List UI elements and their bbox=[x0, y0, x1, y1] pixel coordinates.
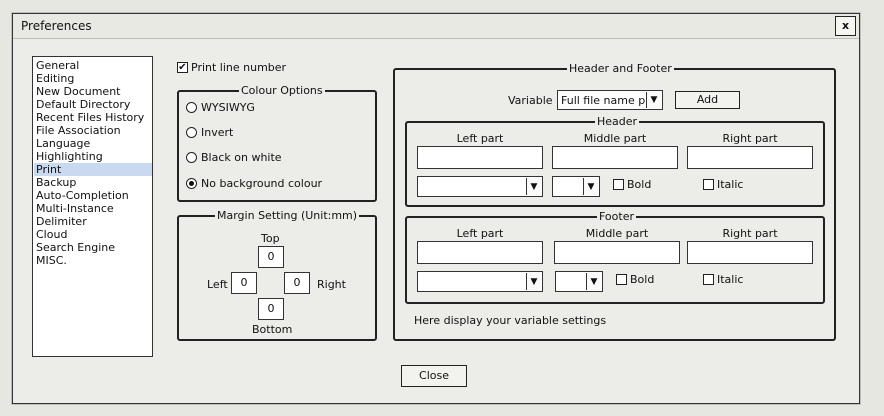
category-item-print[interactable]: Print bbox=[34, 163, 152, 176]
category-item-cloud[interactable]: Cloud bbox=[34, 228, 152, 241]
variable-select-value: Full file name pat bbox=[561, 94, 657, 107]
header-bold-checkbox[interactable] bbox=[613, 179, 624, 190]
print-line-number-checkbox[interactable]: ✔ bbox=[177, 62, 188, 73]
colour-options-title: Colour Options bbox=[239, 84, 325, 97]
header-font-select[interactable]: ▼ bbox=[417, 176, 543, 197]
header-italic-checkbox[interactable] bbox=[703, 179, 714, 190]
margin-right-label: Right bbox=[317, 278, 346, 291]
category-item-auto-completion[interactable]: Auto-Completion bbox=[34, 189, 152, 202]
category-item-highlighting[interactable]: Highlighting bbox=[34, 150, 152, 163]
category-item-language[interactable]: Language bbox=[34, 137, 152, 150]
margin-setting-group: Margin Setting (Unit:mm) Top 0 Left 0 0 … bbox=[177, 209, 377, 341]
category-item-recent-files-history[interactable]: Recent Files History bbox=[34, 111, 152, 124]
radio-invert-label: Invert bbox=[201, 126, 234, 139]
header-group: Header Left part Middle part Right part … bbox=[405, 115, 825, 207]
header-footer-group: Header and Footer Variable : Full file n… bbox=[393, 62, 836, 341]
footer-middle-label: Middle part bbox=[585, 227, 649, 240]
chevron-down-icon: ▼ bbox=[583, 178, 598, 195]
radio-no-background[interactable] bbox=[186, 178, 197, 189]
close-icon: x bbox=[841, 19, 850, 32]
variable-select[interactable]: Full file name pat ▼ bbox=[557, 90, 663, 110]
chevron-down-icon: ▼ bbox=[526, 273, 541, 290]
header-middle-label: Middle part bbox=[583, 132, 647, 145]
footer-group: Footer Left part Middle part Right part … bbox=[405, 210, 825, 304]
radio-black-on-white[interactable] bbox=[186, 152, 197, 163]
footer-font-select[interactable]: ▼ bbox=[417, 271, 543, 292]
header-left-label: Left part bbox=[456, 132, 504, 145]
category-item-misc[interactable]: MISC. bbox=[34, 254, 152, 267]
footer-title: Footer bbox=[597, 210, 636, 223]
category-list[interactable]: General Editing New Document Default Direct… bbox=[32, 56, 153, 357]
header-size-select[interactable]: ▼ bbox=[552, 176, 600, 197]
window-title: Preferences bbox=[21, 19, 92, 33]
header-bold-label: Bold bbox=[627, 178, 652, 191]
print-line-number-label: Print line number bbox=[191, 61, 287, 74]
margin-setting-title: Margin Setting (Unit:mm) bbox=[215, 209, 360, 222]
close-window-button[interactable]: x bbox=[835, 16, 856, 36]
category-item-new-document[interactable]: New Document bbox=[34, 85, 152, 98]
footer-italic-checkbox[interactable] bbox=[703, 274, 714, 285]
header-middle-input[interactable] bbox=[552, 146, 678, 169]
footer-left-input[interactable] bbox=[417, 241, 543, 264]
footer-right-input[interactable] bbox=[687, 241, 813, 264]
margin-bottom-label: Bottom bbox=[252, 323, 293, 336]
chevron-down-icon: ▼ bbox=[586, 273, 601, 290]
footer-middle-input[interactable] bbox=[554, 241, 680, 264]
header-left-input[interactable] bbox=[417, 146, 543, 169]
category-item-backup[interactable]: Backup bbox=[34, 176, 152, 189]
footer-left-label: Left part bbox=[456, 227, 504, 240]
radio-invert[interactable] bbox=[186, 127, 197, 138]
radio-no-background-label: No background colour bbox=[201, 177, 323, 190]
category-item-file-association[interactable]: File Association bbox=[34, 124, 152, 137]
colour-options-group: Colour Options WYSIWYG Invert Black on w… bbox=[177, 84, 377, 202]
header-footer-title: Header and Footer bbox=[567, 62, 674, 75]
title-bar: Preferences x bbox=[13, 14, 859, 39]
close-button[interactable]: Close bbox=[401, 365, 467, 387]
header-right-label: Right part bbox=[722, 132, 778, 145]
preferences-dialog: Preferences x General Editing New Document… bbox=[12, 13, 860, 404]
chevron-down-icon: ▼ bbox=[526, 178, 541, 195]
add-variable-button[interactable]: Add bbox=[675, 91, 740, 109]
category-item-search-engine[interactable]: Search Engine bbox=[34, 241, 152, 254]
header-right-input[interactable] bbox=[687, 146, 813, 169]
footer-bold-label: Bold bbox=[630, 273, 655, 286]
category-item-multi-instance[interactable]: Multi-Instance bbox=[34, 202, 152, 215]
radio-black-on-white-label: Black on white bbox=[201, 151, 282, 164]
radio-wysiwyg[interactable] bbox=[186, 102, 197, 113]
header-italic-label: Italic bbox=[717, 178, 744, 191]
margin-top-input[interactable]: 0 bbox=[258, 246, 284, 268]
header-title: Header bbox=[595, 115, 640, 128]
margin-left-label: Left bbox=[207, 278, 228, 291]
footer-italic-label: Italic bbox=[717, 273, 744, 286]
chevron-down-icon: ▼ bbox=[646, 92, 661, 108]
footer-bold-checkbox[interactable] bbox=[616, 274, 627, 285]
variable-info-text: Here display your variable settings bbox=[414, 314, 607, 327]
footer-right-label: Right part bbox=[722, 227, 778, 240]
category-item-general[interactable]: General bbox=[34, 59, 152, 72]
category-item-default-directory[interactable]: Default Directory bbox=[34, 98, 152, 111]
radio-wysiwyg-label: WYSIWYG bbox=[201, 101, 255, 114]
category-item-delimiter[interactable]: Delimiter bbox=[34, 215, 152, 228]
margin-top-label: Top bbox=[261, 232, 280, 245]
margin-bottom-input[interactable]: 0 bbox=[258, 298, 284, 320]
variable-label: Variable : bbox=[508, 94, 560, 107]
margin-right-input[interactable]: 0 bbox=[284, 272, 310, 294]
footer-size-select[interactable]: ▼ bbox=[555, 271, 603, 292]
category-item-editing[interactable]: Editing bbox=[34, 72, 152, 85]
margin-left-input[interactable]: 0 bbox=[231, 272, 257, 294]
